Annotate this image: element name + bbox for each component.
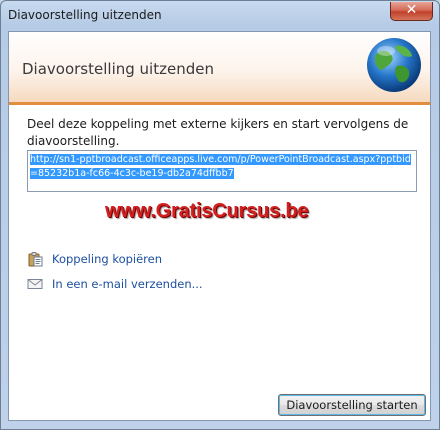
close-button[interactable]: ✕ bbox=[390, 2, 433, 21]
header-banner: Diavoorstelling uitzenden bbox=[9, 32, 430, 105]
instructions-text: Deel deze koppeling met externe kijkers … bbox=[27, 117, 409, 148]
banner-title: Diavoorstelling uitzenden bbox=[22, 60, 214, 78]
watermark: www.GratisCursus.be bbox=[105, 200, 309, 222]
window-title: Diavoorstelling uitzenden bbox=[8, 8, 162, 22]
close-icon: ✕ bbox=[405, 2, 418, 18]
start-slideshow-button[interactable]: Diavoorstelling starten bbox=[278, 394, 426, 416]
dialog-content: Diavoorstelling uitzenden Deel deze kopp… bbox=[8, 31, 431, 421]
globe-icon bbox=[367, 38, 421, 92]
send-email-label[interactable]: In een e-mail verzenden... bbox=[52, 277, 203, 291]
broadcast-link-field[interactable]: http://sn1-pptbroadcast.officeapps.live.… bbox=[27, 150, 417, 192]
title-bar[interactable]: Diavoorstelling uitzenden ✕ bbox=[1, 1, 439, 31]
broadcast-link-text[interactable]: http://sn1-pptbroadcast.officeapps.live.… bbox=[30, 154, 411, 179]
copy-link-action[interactable]: Koppeling kopiëren bbox=[27, 250, 162, 268]
email-icon bbox=[27, 279, 43, 289]
send-email-action[interactable]: In een e-mail verzenden... bbox=[27, 275, 203, 293]
dialog-window: Diavoorstelling uitzenden ✕ Diavoorstell… bbox=[0, 0, 440, 430]
copy-link-label[interactable]: Koppeling kopiëren bbox=[52, 252, 162, 266]
clipboard-icon bbox=[28, 252, 43, 267]
